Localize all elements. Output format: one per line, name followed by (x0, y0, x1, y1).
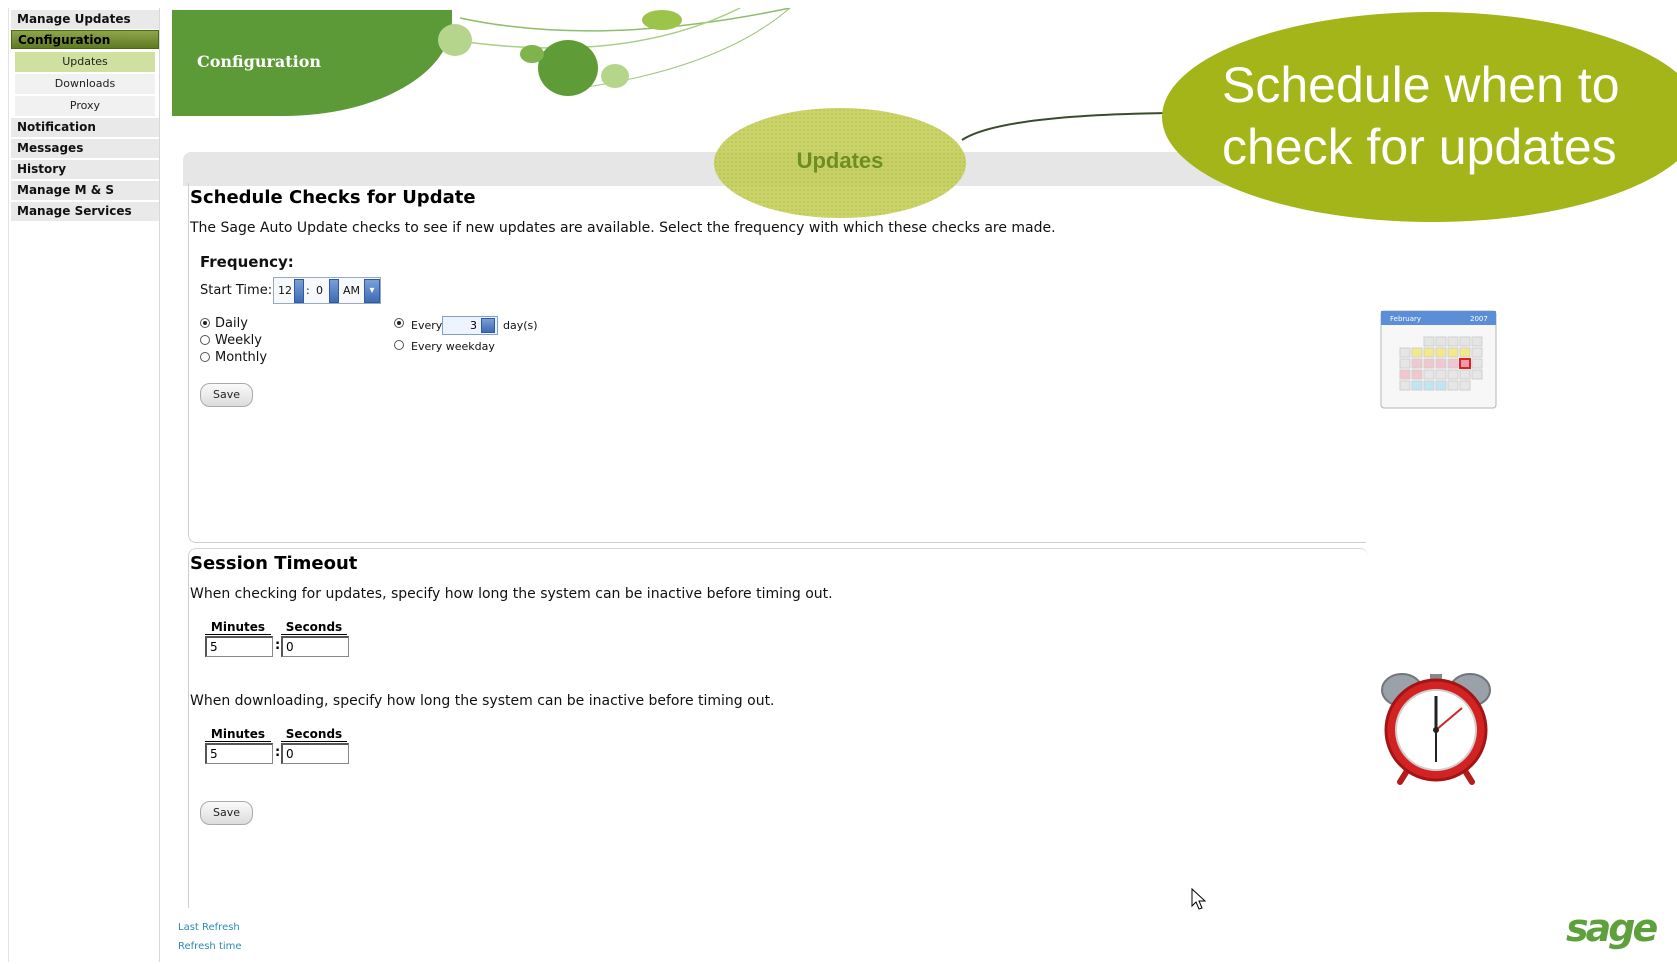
every-days-spinner[interactable] (481, 318, 495, 333)
callout-pointer (961, 112, 1171, 141)
nav-configuration[interactable]: Configuration (11, 30, 159, 49)
monthly-radio[interactable] (200, 352, 210, 362)
download-seconds-header: Seconds (281, 727, 347, 742)
minute-spinner[interactable] (329, 279, 339, 303)
schedule-panel (188, 183, 1366, 543)
start-time-label: Start Time: (200, 283, 273, 298)
schedule-title: Schedule Checks for Update (190, 187, 476, 208)
page-title: Configuration (197, 52, 322, 71)
mouse-cursor-icon (1191, 888, 1207, 910)
tab-updates[interactable]: Updates (714, 148, 966, 174)
check-colon: : (275, 638, 281, 653)
daily-label: Daily (215, 316, 248, 331)
frequency-label: Frequency: (200, 253, 294, 271)
callout-line-1: Schedule when to (1222, 57, 1620, 113)
weekly-radio[interactable] (200, 335, 210, 345)
check-minutes-header: Minutes (205, 620, 271, 635)
subnav-downloads[interactable]: Downloads (15, 74, 155, 94)
callout-text: Schedule when to check for updates (1222, 54, 1677, 178)
check-minutes-input[interactable]: 5 (205, 636, 273, 657)
minute-value[interactable]: 0 (316, 284, 323, 297)
timeout-download-description: When downloading, specify how long the s… (190, 693, 775, 709)
calendar-month: February (1390, 315, 1421, 323)
refresh-time-link[interactable]: Refresh time (178, 941, 242, 952)
alarm-clock-icon (1381, 673, 1491, 785)
leaf-decoration (438, 8, 791, 96)
daily-radio[interactable] (200, 318, 210, 328)
ampm-value[interactable]: AM (343, 284, 360, 297)
nav-manage-services[interactable]: Manage Services (11, 202, 159, 221)
schedule-description: The Sage Auto Update checks to see if ne… (190, 220, 1056, 236)
subnav-proxy[interactable]: Proxy (15, 96, 155, 116)
nav-messages[interactable]: Messages (11, 139, 159, 158)
hour-value[interactable]: 12 (278, 284, 292, 297)
check-seconds-input[interactable]: 0 (281, 636, 349, 657)
last-refresh-link[interactable]: Last Refresh (178, 922, 240, 933)
calendar-year: 2007 (1470, 315, 1488, 323)
nav-manage-updates[interactable]: Manage Updates (11, 10, 159, 29)
every-weekday-label: Every weekday (411, 340, 495, 353)
sidebar: Manage Updates Configuration Updates Dow… (8, 8, 160, 962)
timeout-title: Session Timeout (190, 553, 358, 574)
time-separator: : (306, 284, 310, 297)
weekly-label: Weekly (215, 333, 262, 348)
callout-line-2: check for updates (1222, 119, 1617, 175)
monthly-label: Monthly (215, 350, 268, 365)
schedule-save-button[interactable]: Save (200, 383, 254, 407)
days-label: day(s) (503, 319, 538, 332)
subnav-updates[interactable]: Updates (15, 52, 155, 72)
check-seconds-header: Seconds (281, 620, 347, 635)
sage-logo: sage (1566, 906, 1658, 950)
download-colon: : (275, 745, 281, 760)
download-seconds-input[interactable]: 0 (281, 743, 349, 764)
download-minutes-input[interactable]: 5 (205, 743, 273, 764)
every-days-radio[interactable] (394, 318, 404, 328)
ampm-dropdown[interactable]: ▾ (364, 279, 380, 303)
every-weekday-radio[interactable] (394, 340, 404, 350)
every-label: Every (411, 319, 443, 332)
nav-history[interactable]: History (11, 160, 159, 179)
timeout-panel (188, 548, 1368, 908)
page: Manage Updates Configuration Updates Dow… (0, 0, 1677, 964)
start-time-picker[interactable]: 12 : 0 AM ▾ (273, 277, 381, 304)
nav-notification[interactable]: Notification (11, 118, 159, 137)
nav-manage-ms[interactable]: Manage M & S (11, 181, 159, 200)
timeout-check-description: When checking for updates, specify how l… (190, 586, 833, 602)
download-minutes-header: Minutes (205, 727, 271, 742)
timeout-save-button[interactable]: Save (200, 801, 254, 825)
calendar-icon: February 2007 (1380, 310, 1497, 409)
hour-spinner[interactable] (294, 279, 304, 303)
